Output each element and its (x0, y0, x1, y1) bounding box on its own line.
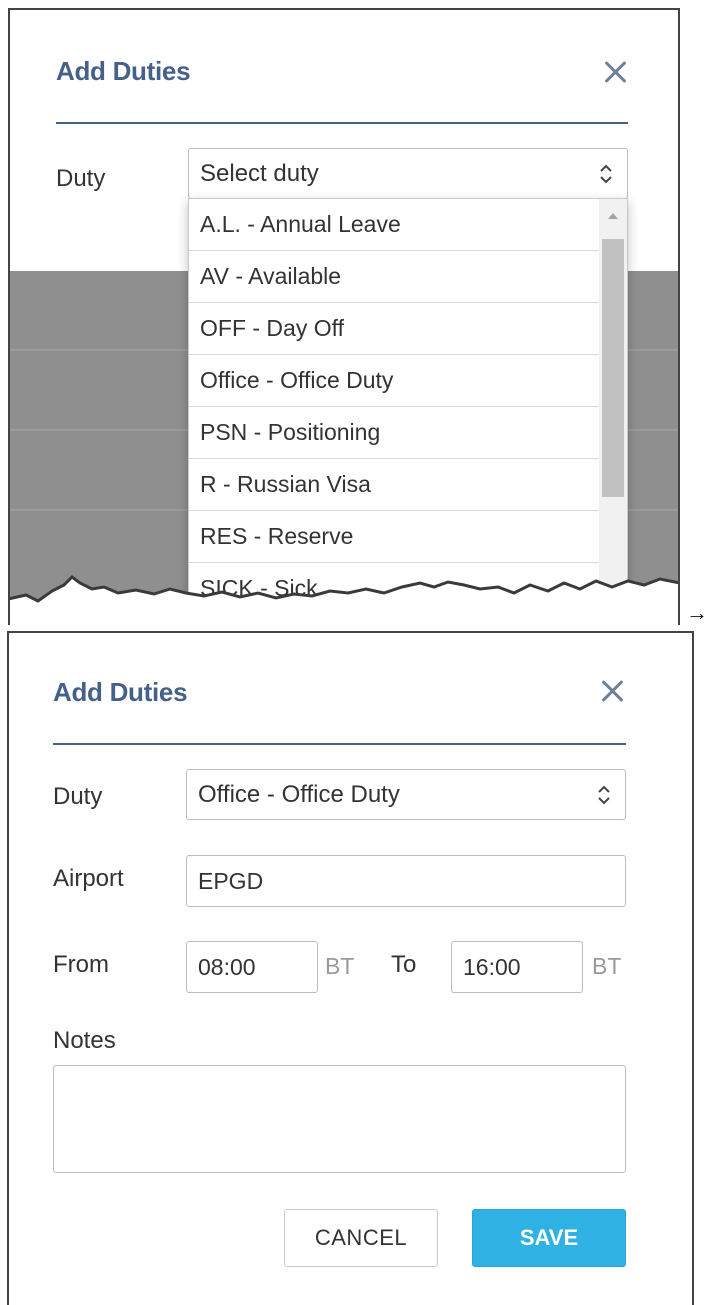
from-label: From (53, 951, 109, 978)
panel-frame (8, 8, 680, 625)
add-duties-modal: Add Duties Duty Office - Office Duty Air… (7, 631, 694, 1305)
sort-arrows-icon (598, 785, 610, 804)
notes-label: Notes (53, 1027, 116, 1054)
duty-select[interactable]: Office - Office Duty (186, 769, 626, 820)
title-divider (53, 743, 626, 745)
duty-label: Duty (53, 783, 103, 810)
notes-textarea[interactable] (53, 1065, 626, 1173)
save-button[interactable]: SAVE (472, 1209, 626, 1267)
to-label: To (391, 951, 417, 978)
airport-input[interactable]: EPGD (186, 855, 626, 907)
cancel-button[interactable]: CANCEL (284, 1209, 438, 1267)
modal-title: Add Duties (53, 677, 188, 707)
to-time-input[interactable]: 16:00 (451, 941, 583, 993)
to-time-unit: BT (592, 953, 622, 979)
duty-select-value: Office - Office Duty (198, 780, 400, 808)
from-time-unit: BT (325, 953, 355, 979)
from-time-input[interactable]: 08:00 (186, 941, 318, 993)
transition-arrow: → (686, 600, 708, 625)
close-icon[interactable] (599, 677, 627, 705)
dropdown-open-screenshot: Add Duties Duty Select duty A.L. - Annua… (8, 8, 680, 625)
airport-label: Airport (53, 865, 124, 892)
